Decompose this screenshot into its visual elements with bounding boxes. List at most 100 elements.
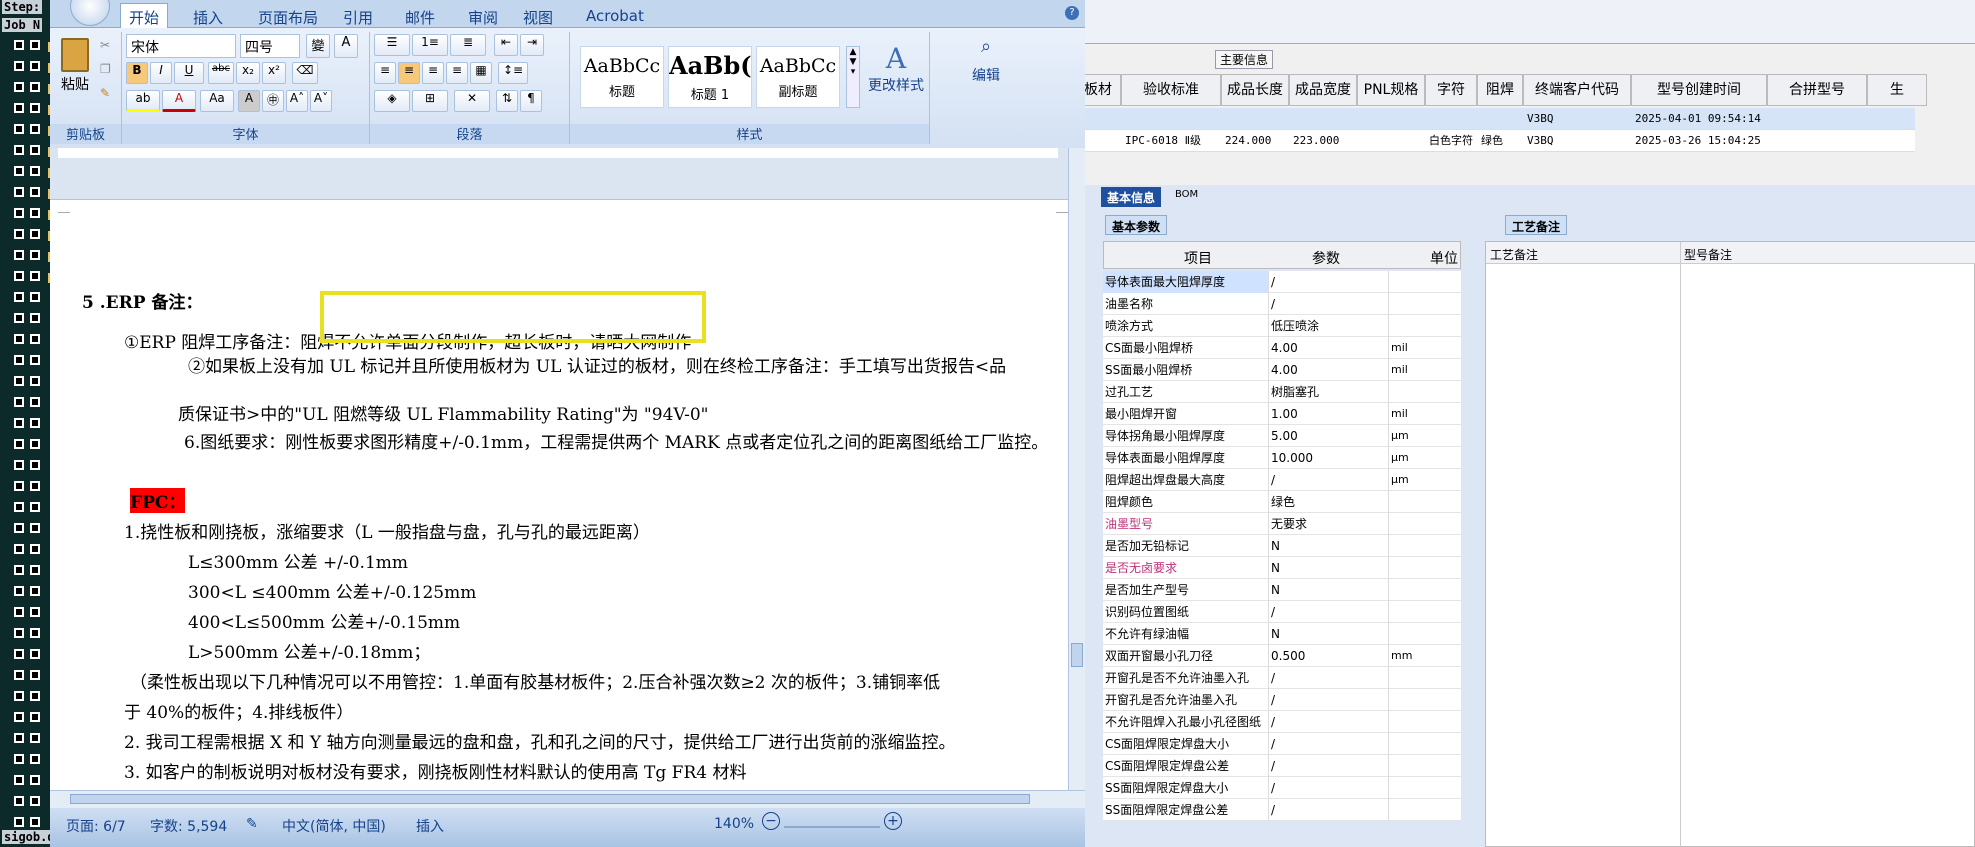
param-row[interactable]: 是否加无铅标记 N [1103, 535, 1461, 557]
ribbon-tab[interactable]: 视图 [515, 4, 561, 27]
param-row[interactable]: 不允许阻焊入孔最小孔径图纸 / [1103, 711, 1461, 733]
strikethrough-button[interactable]: abc [208, 62, 234, 84]
param-row[interactable]: 开窗孔是否允许油墨入孔 / [1103, 689, 1461, 711]
edit-button[interactable]: ⌕ 编辑 [960, 36, 1012, 116]
change-case-button[interactable]: Aa [200, 90, 234, 112]
scroll-thumb[interactable] [1071, 643, 1083, 667]
param-row[interactable]: CS面阻焊限定焊盘大小 / [1103, 733, 1461, 755]
param-value[interactable]: / [1269, 293, 1389, 315]
param-value[interactable]: / [1269, 711, 1389, 733]
style-heading1[interactable]: AaBb( 标题 1 [668, 46, 752, 108]
param-value[interactable]: 0.500 [1269, 645, 1389, 667]
increase-indent-button[interactable]: ⇥ [520, 34, 544, 56]
ribbon-tab[interactable]: 插入 [185, 4, 231, 27]
tab-bom[interactable]: BOM [1169, 187, 1204, 207]
param-value[interactable]: 5.00 [1269, 425, 1389, 447]
grid-column-header[interactable]: 成品长度 [1221, 74, 1289, 106]
enclose-char-button[interactable]: ㊥ [262, 90, 284, 112]
grid-column-header[interactable]: PNL规格 [1357, 74, 1425, 106]
param-row[interactable]: 不允许有绿油幅 N [1103, 623, 1461, 645]
ribbon-tab[interactable]: 邮件 [397, 4, 443, 27]
superscript-button[interactable]: x² [262, 62, 286, 84]
phonetic-guide-button[interactable]: 變 [306, 34, 330, 58]
help-icon[interactable]: ? [1065, 6, 1079, 20]
font-color-button[interactable]: A [162, 90, 196, 112]
horizontal-scrollbar[interactable] [50, 790, 1085, 808]
param-value[interactable]: N [1269, 535, 1389, 557]
param-row[interactable]: 开窗孔是否不允许油墨入孔 / [1103, 667, 1461, 689]
param-value[interactable]: / [1269, 667, 1389, 689]
param-row[interactable]: 最小阻焊开窗 1.00 mil [1103, 403, 1461, 425]
param-row[interactable]: SS面阻焊限定焊盘公差 / [1103, 799, 1461, 821]
grow-font-button[interactable]: A˄ [286, 90, 308, 112]
decrease-indent-button[interactable]: ⇤ [494, 34, 518, 56]
grid-row[interactable] [1085, 108, 1915, 130]
distributed-button[interactable]: ▦ [470, 62, 492, 84]
copy-icon[interactable]: ❐ [100, 62, 111, 76]
clear-format-button[interactable]: ⌫ [292, 62, 318, 84]
param-value[interactable]: 无要求 [1269, 513, 1389, 535]
param-value[interactable]: / [1269, 689, 1389, 711]
param-value[interactable]: 低压喷涂 [1269, 315, 1389, 337]
param-row[interactable]: CS面最小阻焊桥 4.00 mil [1103, 337, 1461, 359]
align-left-button[interactable]: ≡ [374, 62, 396, 84]
tab-basic-params[interactable]: 基本参数 [1105, 215, 1168, 235]
param-value[interactable]: / [1269, 755, 1389, 777]
param-value[interactable]: 绿色 [1269, 491, 1389, 513]
param-row[interactable]: 是否无卤要求 N [1103, 557, 1461, 579]
zoom-in-button[interactable]: + [884, 812, 902, 830]
style-subtitle[interactable]: AaBbCc 副标题 [756, 46, 840, 108]
format-painter-icon[interactable]: ✎ [100, 86, 110, 100]
align-center-button[interactable]: ≡ [398, 62, 420, 84]
param-row[interactable]: CS面阻焊限定焊盘公差 / [1103, 755, 1461, 777]
shrink-font-button[interactable]: A˅ [310, 90, 332, 112]
param-row[interactable]: 双面开窗最小孔刀径 0.500 mm [1103, 645, 1461, 667]
param-value[interactable]: / [1269, 601, 1389, 623]
ribbon-tab[interactable]: 页面布局 [250, 4, 326, 27]
param-value[interactable]: / [1269, 733, 1389, 755]
vertical-scrollbar[interactable] [1068, 148, 1085, 790]
line-spacing-button[interactable]: ↕≡ [498, 62, 528, 84]
sort-button[interactable]: ⇅ [496, 90, 518, 112]
grid-column-header[interactable]: 生 [1867, 74, 1927, 106]
font-size-combo[interactable]: 四号 [240, 34, 300, 58]
param-value[interactable]: / [1269, 777, 1389, 799]
ribbon-tab[interactable]: 开始 [120, 3, 169, 29]
underline-button[interactable]: U [174, 62, 204, 84]
language[interactable]: 中文(简体, 中国) [282, 816, 386, 836]
styles-scroll[interactable]: ▲ ▼ ▾ [846, 46, 860, 108]
document-page[interactable]: 5 .ERP 备注： ①ERP 阻焊工序备注：阻焊不允许单面分段制作，超长板时，请… [58, 200, 1068, 790]
param-row[interactable]: 油墨型号 无要求 [1103, 513, 1461, 535]
justify-button[interactable]: ≡ [446, 62, 468, 84]
style-title[interactable]: AaBbCc 标题 [580, 46, 664, 108]
grid-column-header[interactable]: 验收标准 [1121, 74, 1221, 106]
word-count[interactable]: 字数: 5,594 [150, 816, 227, 836]
param-value[interactable]: 10.000 [1269, 447, 1389, 469]
multilevel-list-button[interactable]: ≣ [450, 34, 486, 56]
grid-column-header[interactable]: 字符 [1425, 74, 1477, 106]
param-row[interactable]: 油墨名称 / [1103, 293, 1461, 315]
insert-mode[interactable]: 插入 [416, 816, 444, 836]
shading-button[interactable]: ◈ [374, 90, 410, 112]
tab-basic-info[interactable]: 基本信息 [1101, 187, 1162, 207]
italic-button[interactable]: I [150, 62, 172, 84]
zoom-level[interactable]: 140% [714, 816, 754, 832]
page-count[interactable]: 页面: 6/7 [66, 816, 126, 836]
param-value[interactable]: 1.00 [1269, 403, 1389, 425]
param-row[interactable]: 导体表面最小阻焊厚度 10.000 μm [1103, 447, 1461, 469]
param-value[interactable]: 4.00 [1269, 337, 1389, 359]
numbering-button[interactable]: 1≡ [412, 34, 448, 56]
char-border-button[interactable]: A [334, 34, 358, 58]
ribbon-tab[interactable]: 审阅 [460, 4, 506, 27]
zoom-out-button[interactable]: − [762, 812, 780, 830]
grid-column-header[interactable]: 阻焊 [1477, 74, 1523, 106]
param-value[interactable]: 树脂塞孔 [1269, 381, 1389, 403]
param-row[interactable]: 导体拐角最小阻焊厚度 5.00 μm [1103, 425, 1461, 447]
proofing-icon[interactable]: ✎ [246, 816, 258, 832]
ribbon-tab[interactable]: 引用 [335, 4, 381, 27]
param-value[interactable]: N [1269, 623, 1389, 645]
craft-notes-area[interactable]: 工艺备注 型号备注 [1485, 241, 1975, 847]
param-row[interactable]: SS面阻焊限定焊盘大小 / [1103, 777, 1461, 799]
param-row[interactable]: 阻焊超出焊盘最大高度 / μm [1103, 469, 1461, 491]
param-row[interactable]: 导体表面最大阻焊厚度 / [1103, 271, 1461, 293]
